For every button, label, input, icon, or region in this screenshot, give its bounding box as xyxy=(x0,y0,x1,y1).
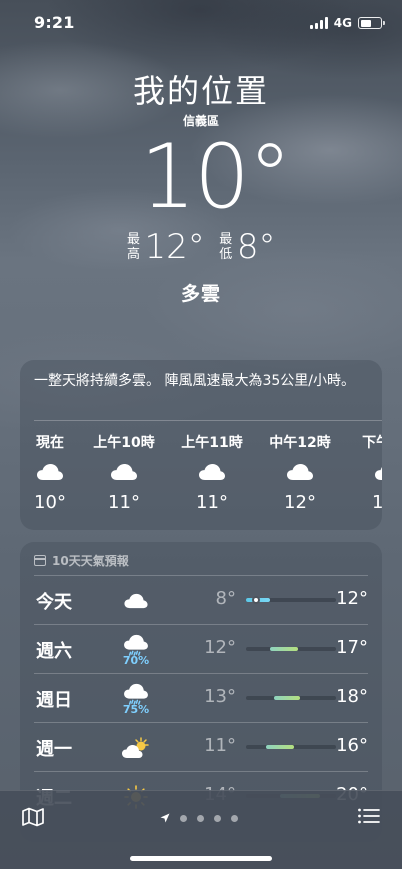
hour-label: 現在 xyxy=(36,435,64,451)
forecast-day: 週一 xyxy=(36,739,72,760)
forecast-row[interactable]: 週日 75% 13° 18° xyxy=(34,673,368,722)
hourly-summary: 一整天將持續多雲。 陣風風速最大為35公里/小時。 xyxy=(34,373,355,389)
current-temperature: 10° xyxy=(140,125,292,228)
forecast-low: 13° xyxy=(204,686,236,707)
forecast-day: 週日 xyxy=(36,690,72,711)
condition-label: 多雲 xyxy=(180,283,221,305)
bottom-toolbar xyxy=(0,790,402,869)
page-dot[interactable] xyxy=(214,814,221,822)
current-weather: 我的位置 信義區 10° 最高 12° 最低 8° 多雲 xyxy=(0,70,402,306)
forecast-header: 10天天氣預報 xyxy=(20,542,382,575)
high-temperature: 12° xyxy=(144,227,205,267)
forecast-row[interactable]: 週一 11° 16° xyxy=(34,722,368,771)
cloud-icon xyxy=(256,452,344,492)
page-dot[interactable] xyxy=(197,814,204,822)
temperature-range-fill xyxy=(266,745,294,749)
partly-sunny-icon xyxy=(116,729,156,767)
forecast-row[interactable]: 今天 8° 12° xyxy=(34,575,368,624)
hour-temperature: 12° xyxy=(372,492,382,513)
forecast-low: 8° xyxy=(215,588,236,609)
home-indicator[interactable] xyxy=(130,856,272,861)
hour-label: 上午10時 xyxy=(93,435,155,451)
forecast-day: 週六 xyxy=(36,641,72,662)
cloud-icon xyxy=(80,452,168,492)
hour-label: 中午12時 xyxy=(269,435,331,451)
precip-chance: 75% xyxy=(122,702,150,716)
calendar-icon xyxy=(34,555,46,566)
high-label: 最高 xyxy=(127,232,141,262)
battery-icon xyxy=(358,17,385,29)
current-temperature-dot xyxy=(252,596,260,604)
page-dot[interactable] xyxy=(231,814,238,822)
hour-temperature: 11° xyxy=(196,492,228,513)
list-icon[interactable] xyxy=(358,808,380,828)
cloud-rain-icon: 70% xyxy=(116,631,156,669)
status-time: 9:21 xyxy=(34,13,75,32)
hour-item: 下午1時 12° xyxy=(344,432,382,513)
hour-temperature: 11° xyxy=(108,492,140,513)
forecast-title: 10天天氣預報 xyxy=(52,554,129,568)
forecast-day: 今天 xyxy=(36,592,72,613)
high-low: 最高 12° 最低 8° xyxy=(0,227,402,267)
hour-label: 上午11時 xyxy=(181,435,243,451)
forecast-high: 18° xyxy=(336,686,368,707)
cloud-icon xyxy=(20,452,80,492)
page-dot[interactable] xyxy=(180,814,187,822)
forecast-low: 12° xyxy=(204,637,236,658)
cloud-icon xyxy=(168,452,256,492)
forecast-low: 11° xyxy=(204,735,236,756)
temperature-range-fill xyxy=(270,647,298,651)
hour-item: 中午12時 12° xyxy=(256,432,344,513)
location-title: 我的位置 xyxy=(132,72,269,110)
cloud-rain-icon: 75% xyxy=(116,680,156,718)
location-arrow-icon xyxy=(160,813,170,823)
cloud-icon xyxy=(344,452,382,492)
hour-temperature: 12° xyxy=(284,492,316,513)
temperature-range-fill xyxy=(274,696,300,700)
forecast-high: 16° xyxy=(336,735,368,756)
status-indicators: 4G xyxy=(309,16,385,30)
hourly-forecast-card[interactable]: 一整天將持續多雲。 陣風風速最大為35公里/小時。 現在 10° 上午10時 1… xyxy=(20,360,382,530)
forecast-high: 17° xyxy=(336,637,368,658)
status-bar: 9:21 4G xyxy=(0,0,402,46)
hour-temperature: 10° xyxy=(34,492,66,513)
network-type: 4G xyxy=(333,16,352,30)
hour-item: 現在 10° xyxy=(20,432,80,513)
precip-chance: 70% xyxy=(122,653,150,667)
page-indicator[interactable] xyxy=(160,813,238,823)
hour-label: 下午1時 xyxy=(362,435,382,451)
forecast-high: 12° xyxy=(336,588,368,609)
divider xyxy=(34,420,382,421)
cloud-icon xyxy=(116,582,156,620)
hour-item: 上午10時 11° xyxy=(80,432,168,513)
hour-item: 上午11時 11° xyxy=(168,432,256,513)
forecast-row[interactable]: 週六 70% 12° 17° xyxy=(34,624,368,673)
hourly-list[interactable]: 現在 10° 上午10時 11° 上午11時 11° 中午12時 12° 下 1 xyxy=(20,432,382,513)
map-icon[interactable] xyxy=(22,807,44,831)
low-temperature: 8° xyxy=(236,227,276,267)
signal-icon xyxy=(309,17,328,29)
low-label: 最低 xyxy=(219,232,233,262)
